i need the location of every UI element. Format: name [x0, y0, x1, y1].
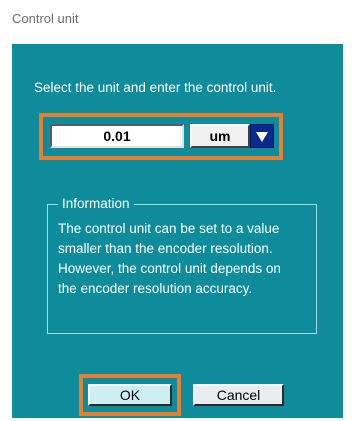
dialog-body: Select the unit and enter the control un… [12, 44, 343, 418]
info-line: the encoder resolution accuracy. [58, 281, 253, 296]
information-legend: Information [58, 196, 134, 211]
information-text: The control unit can be set to a value s… [58, 219, 310, 299]
info-line: smaller than the encoder resolution. [58, 241, 273, 256]
cancel-button[interactable]: Cancel [193, 384, 284, 406]
instruction-text: Select the unit and enter the control un… [34, 80, 277, 95]
unit-dropdown-button[interactable] [250, 124, 274, 148]
control-unit-window: Control unit Select the unit and enter t… [0, 0, 355, 421]
unit-select-value[interactable]: um [190, 124, 250, 148]
control-unit-input[interactable]: 0.01 [50, 124, 184, 148]
ok-button[interactable]: OK [88, 384, 172, 406]
title-bar: Control unit [0, 0, 355, 40]
unit-select[interactable]: um [190, 124, 274, 148]
info-line: However, the control unit depends on [58, 261, 281, 276]
window-title: Control unit [12, 11, 79, 26]
info-line: The control unit can be set to a value [58, 221, 280, 236]
triangle-down-icon [256, 132, 268, 142]
information-group: Information The control unit can be set … [47, 196, 317, 334]
